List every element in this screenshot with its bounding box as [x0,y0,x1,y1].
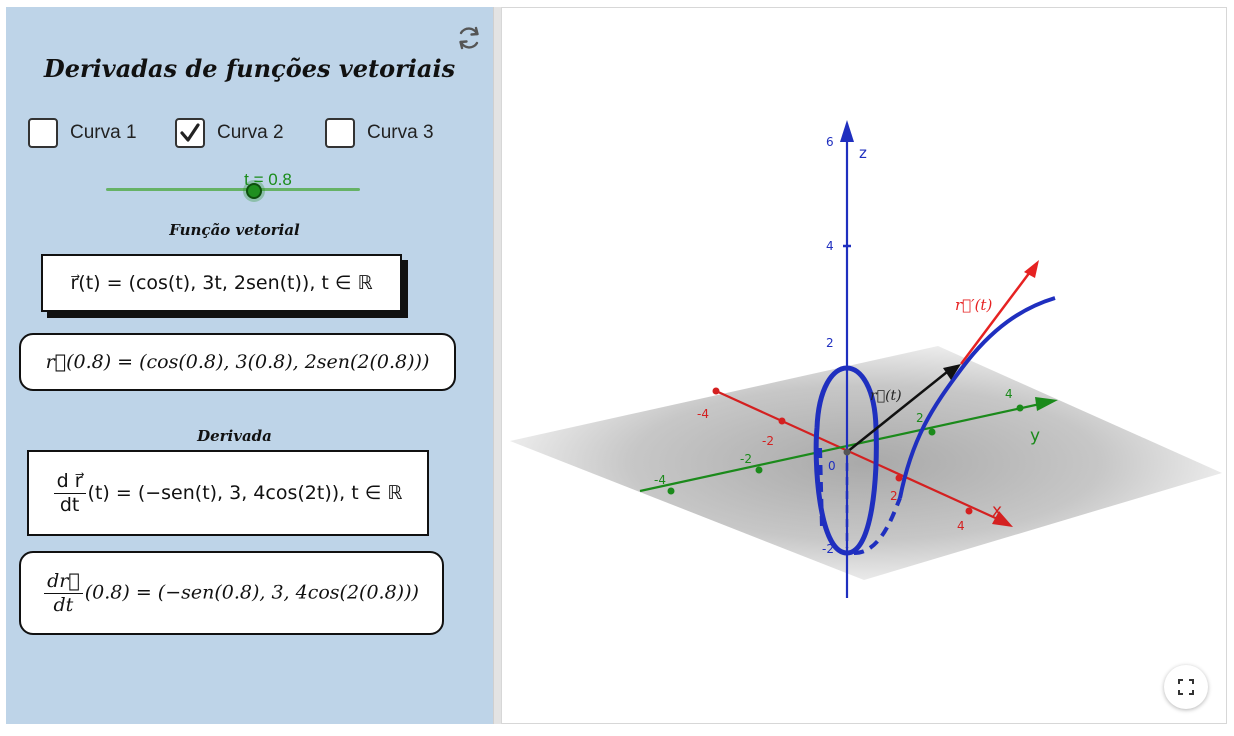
y-axis-label: y [1030,426,1040,446]
reset-button[interactable] [454,23,484,53]
t-slider-thumb[interactable] [246,183,262,199]
checkbox-box[interactable] [175,118,205,148]
y-tick-label: -2 [740,452,752,466]
checkbox-label: Curva 2 [217,122,284,143]
function-definition-box: r⃗(t) = (cos(t), 3t, 2sen(t)), t ∈ ℝ [41,254,402,312]
derivative-evaluation: dr⃗ dt (0.8) = (−sen(0.8), 3, 4cos(2(0.8… [44,570,419,616]
checkbox-label: Curva 1 [70,122,137,143]
refresh-icon [459,26,479,50]
derivative-denominator: dt [59,493,80,516]
graphics-3d-view[interactable]: -4 -2 2 4 x -4 -2 2 4 y 6 4 2 0 -2 z r⃗(… [501,7,1227,724]
fullscreen-icon [1178,679,1194,695]
slider-value-label: t = 0.8 [244,170,292,189]
z-axis-arrowhead [840,120,854,142]
page-title: Derivadas de funções vetoriais [43,54,456,83]
t-slider-track[interactable] [106,188,360,191]
position-vector-label: r⃗(t) [870,388,902,404]
z-tick-label: 6 [826,135,834,149]
3d-canvas[interactable]: -4 -2 2 4 x -4 -2 2 4 y 6 4 2 0 -2 z r⃗(… [502,8,1227,724]
z-axis-label: z [859,144,867,162]
checkbox-curva-3[interactable]: Curva 3 [325,116,434,150]
derivative-expression: (t) = (−sen(t), 3, 4cos(2t)), t ∈ ℝ [87,481,403,504]
section-title-derivative: Derivada [197,427,272,445]
algebra-panel: Derivadas de funções vetoriais Curva 1 C… [6,7,493,724]
derivative-fraction: d r⃗ dt [53,470,86,516]
derivative-eval-fraction: dr⃗ dt [44,570,83,616]
z-tick-label: 4 [826,239,834,253]
geogebra-applet: Derivadas de funções vetoriais Curva 1 C… [0,0,1234,736]
derivative-definition-box: d r⃗ dt (t) = (−sen(t), 3, 4cos(2t)), t … [27,450,429,536]
z-tick-label: 0 [828,459,836,473]
derivative-vector [960,271,1031,365]
fullscreen-button[interactable] [1164,665,1208,709]
function-evaluation-box: r⃗(0.8) = (cos(0.8), 3(0.8), 2sen(2(0.8)… [19,333,456,391]
checkbox-curva-1[interactable]: Curva 1 [28,116,137,150]
x-tick-label: -2 [762,434,774,448]
y-tick-label: 4 [1005,387,1013,401]
section-title-function: Função vetorial [169,221,300,239]
derivative-eval-expression: (0.8) = (−sen(0.8), 3, 4cos(2(0.8))) [84,581,419,603]
y-tick-label: -4 [654,473,666,487]
derivative-eval-numerator: dr⃗ [44,570,83,594]
function-evaluation: r⃗(0.8) = (cos(0.8), 3(0.8), 2sen(2(0.8)… [45,351,430,373]
function-definition: r⃗(t) = (cos(t), 3t, 2sen(t)), t ∈ ℝ [70,272,373,294]
origin-point [843,448,851,456]
derivative-eval-denominator: dt [53,593,74,616]
checkbox-box[interactable] [28,118,58,148]
checkmark-icon [180,123,200,142]
checkbox-box[interactable] [325,118,355,148]
x-tick-label: 2 [890,489,898,503]
x-tick-label: 4 [957,519,965,533]
x-tick-label: -4 [697,407,709,421]
x-axis-label: x [992,501,1002,521]
y-tick-label: 2 [916,411,924,425]
z-tick-label: 2 [826,336,834,350]
derivative-vector-label: r⃗′(t) [955,296,992,314]
derivative-evaluation-box: dr⃗ dt (0.8) = (−sen(0.8), 3, 4cos(2(0.8… [19,551,444,635]
derivative-numerator: d r⃗ [53,470,86,494]
checkbox-curva-2[interactable]: Curva 2 [175,116,284,150]
derivative-definition: d r⃗ dt (t) = (−sen(t), 3, 4cos(2t)), t … [53,470,403,516]
checkbox-label: Curva 3 [367,122,434,143]
